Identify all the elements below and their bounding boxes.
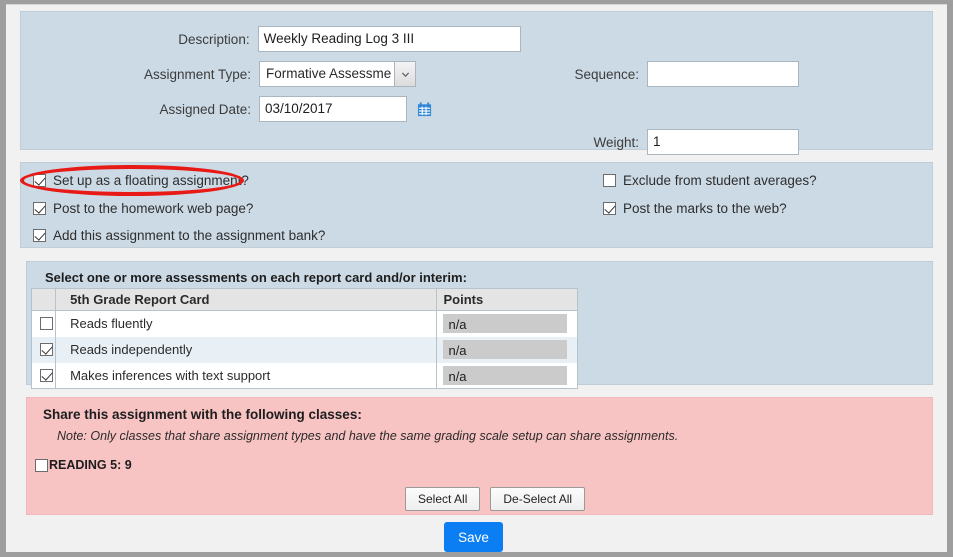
assigned-date-row: Assigned Date: 03/10/2017 xyxy=(21,96,432,122)
row-select-cell[interactable] xyxy=(31,310,57,337)
checkbox-add-to-assignment-bank[interactable] xyxy=(33,229,46,242)
table-row: Makes inferences with text support n/a xyxy=(31,362,578,389)
table-header-row: 5th Grade Report Card Points xyxy=(31,288,578,311)
calendar-icon[interactable] xyxy=(417,101,432,117)
checkbox-makes-inferences[interactable] xyxy=(39,368,53,382)
row-select-cell[interactable] xyxy=(31,336,57,363)
description-label: Description: xyxy=(178,31,250,47)
assessments-table: 5th Grade Report Card Points Reads fluen… xyxy=(31,288,578,389)
assignment-type-select[interactable]: Formative Assessme xyxy=(259,61,416,87)
share-assignment-panel: Share this assignment with the following… xyxy=(26,397,933,515)
assignment-fields-panel: Description: Weekly Reading Log 3 III As… xyxy=(20,11,933,155)
option-add-to-assignment-bank-label: Add this assignment to the assignment ba… xyxy=(53,228,326,243)
assessment-name: Reads fluently xyxy=(55,310,438,337)
option-exclude-from-averages[interactable]: Exclude from student averages? xyxy=(603,173,817,188)
assigned-date-label: Assigned Date: xyxy=(159,101,251,117)
option-floating-assignment-label: Set up as a floating assignment? xyxy=(53,173,249,188)
assignment-options-panel: Set up as a floating assignment? Post to… xyxy=(20,162,933,248)
sequence-row: Sequence: xyxy=(521,61,799,87)
checkbox-post-homework-page[interactable] xyxy=(33,202,46,215)
column-header-select xyxy=(31,288,57,311)
column-header-points: Points xyxy=(436,288,578,311)
table-row: Reads fluently n/a xyxy=(31,310,578,337)
points-value: n/a xyxy=(443,365,568,385)
share-note: Note: Only classes that share assignment… xyxy=(57,429,679,443)
option-post-homework-page[interactable]: Post to the homework web page? xyxy=(33,201,253,216)
assessment-points-cell: n/a xyxy=(436,362,578,389)
points-value: n/a xyxy=(443,314,568,334)
share-class-item[interactable]: READING 5: 9 xyxy=(35,458,132,472)
assignment-type-label: Assignment Type: xyxy=(143,66,251,82)
option-floating-assignment[interactable]: Set up as a floating assignment? xyxy=(33,173,249,188)
checkbox-reads-independently[interactable] xyxy=(39,343,53,356)
checkbox-post-marks-to-web[interactable] xyxy=(603,202,616,215)
table-row: Reads independently n/a xyxy=(31,336,578,363)
page-body: Description: Weekly Reading Log 3 III As… xyxy=(6,4,947,552)
points-value: n/a xyxy=(443,340,568,359)
assessment-name: Makes inferences with text support xyxy=(55,362,438,389)
sequence-input[interactable] xyxy=(647,61,799,87)
assignment-type-dropdown-button[interactable] xyxy=(394,61,416,87)
share-buttons: Select All De-Select All xyxy=(405,487,586,511)
chevron-down-icon xyxy=(401,72,409,77)
row-select-cell[interactable] xyxy=(31,362,57,389)
assignment-type-row: Assignment Type: Formative Assessme xyxy=(21,61,416,87)
assessments-panel: Select one or more assessments on each r… xyxy=(26,261,933,389)
option-exclude-from-averages-label: Exclude from student averages? xyxy=(623,173,817,188)
share-class-label: READING 5: 9 xyxy=(49,458,132,472)
assessments-heading: Select one or more assessments on each r… xyxy=(45,270,467,285)
save-button[interactable]: Save xyxy=(444,522,503,552)
assignment-type-value: Formative Assessme xyxy=(259,61,394,87)
weight-input[interactable]: 1 xyxy=(647,129,799,155)
assigned-date-input[interactable]: 03/10/2017 xyxy=(259,96,407,122)
checkbox-share-class-reading[interactable] xyxy=(35,458,48,472)
weight-label: Weight: xyxy=(593,134,639,150)
checkbox-exclude-from-averages[interactable] xyxy=(603,174,616,187)
share-title: Share this assignment with the following… xyxy=(43,407,362,422)
weight-row: Weight: 1 xyxy=(521,129,799,155)
column-header-report-card: 5th Grade Report Card xyxy=(55,288,438,311)
option-post-homework-page-label: Post to the homework web page? xyxy=(53,201,254,216)
option-post-marks-to-web-label: Post the marks to the web? xyxy=(623,201,787,216)
description-input[interactable]: Weekly Reading Log 3 III xyxy=(257,26,521,52)
sequence-label: Sequence: xyxy=(574,66,639,82)
option-add-to-assignment-bank[interactable]: Add this assignment to the assignment ba… xyxy=(33,228,325,243)
deselect-all-button[interactable]: De-Select All xyxy=(490,487,586,511)
assessment-name: Reads independently xyxy=(55,336,438,363)
assessment-points-cell: n/a xyxy=(436,336,578,363)
option-post-marks-to-web[interactable]: Post the marks to the web? xyxy=(603,201,787,216)
assessment-points-cell: n/a xyxy=(436,310,578,337)
checkbox-reads-fluently[interactable] xyxy=(39,317,53,331)
checkbox-floating-assignment[interactable] xyxy=(33,174,46,187)
select-all-button[interactable]: Select All xyxy=(405,487,481,511)
description-row: Description: Weekly Reading Log 3 III xyxy=(21,26,521,52)
